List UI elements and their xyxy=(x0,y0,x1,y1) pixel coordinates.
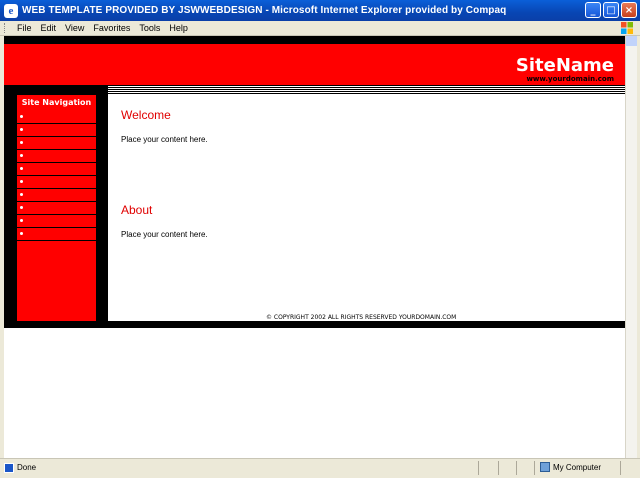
security-zone: My Computer xyxy=(553,463,602,472)
bullet-icon xyxy=(20,141,23,144)
bullet-icon xyxy=(20,180,23,183)
vertical-scrollbar[interactable] xyxy=(625,36,637,458)
windows-logo-icon xyxy=(621,22,633,34)
sidebar-title: Site Navigation xyxy=(21,98,92,107)
footer-border xyxy=(4,321,625,328)
menu-view[interactable]: View xyxy=(65,23,84,33)
nav-item[interactable] xyxy=(17,150,96,163)
nav-item[interactable] xyxy=(17,124,96,137)
site-navigation: Site Navigation xyxy=(17,95,96,321)
copyright-notice: © COPYRIGHT 2002 ALL RIGHTS RESERVED YOU… xyxy=(266,314,457,321)
status-divider xyxy=(516,461,517,475)
nav-item[interactable] xyxy=(17,163,96,176)
about-heading: About xyxy=(121,203,153,217)
bullet-icon xyxy=(20,232,23,235)
window-title: WEB TEMPLATE PROVIDED BY JSWWEBDESIGN - … xyxy=(22,5,507,16)
page-icon xyxy=(4,463,14,473)
welcome-text: Place your content here. xyxy=(121,135,208,144)
status-divider xyxy=(478,461,479,475)
menu-edit[interactable]: Edit xyxy=(41,23,57,33)
computer-icon xyxy=(540,462,550,472)
status-divider xyxy=(620,461,621,475)
scroll-up-button[interactable] xyxy=(626,36,637,46)
internet-explorer-icon: e xyxy=(4,3,18,18)
maximize-button[interactable]: □ xyxy=(603,2,619,18)
title-bar[interactable]: e WEB TEMPLATE PROVIDED BY JSWWEBDESIGN … xyxy=(0,0,640,21)
close-button[interactable]: × xyxy=(621,2,637,18)
menu-tools[interactable]: Tools xyxy=(139,23,160,33)
nav-item[interactable] xyxy=(17,215,96,228)
minimize-button[interactable]: _ xyxy=(585,2,601,18)
nav-list xyxy=(17,111,96,241)
menu-bar: File Edit View Favorites Tools Help xyxy=(0,21,640,36)
nav-item[interactable] xyxy=(17,202,96,215)
bullet-icon xyxy=(20,167,23,170)
window-controls: _ □ × xyxy=(585,2,637,18)
nav-item[interactable] xyxy=(17,176,96,189)
nav-item[interactable] xyxy=(17,228,96,241)
header-stripes xyxy=(108,85,625,95)
nav-item[interactable] xyxy=(17,111,96,124)
menu-help[interactable]: Help xyxy=(169,23,188,33)
maximize-icon: □ xyxy=(606,4,616,16)
site-name: SiteName xyxy=(515,55,614,76)
nav-item[interactable] xyxy=(17,189,96,202)
status-bar: Done My Computer xyxy=(0,458,640,478)
menu-favorites[interactable]: Favorites xyxy=(93,23,130,33)
site-domain: www.yourdomain.com xyxy=(526,75,614,83)
bullet-icon xyxy=(20,219,23,222)
site-header: SiteName www.yourdomain.com xyxy=(4,44,625,85)
minimize-icon: _ xyxy=(590,4,596,16)
nav-item[interactable] xyxy=(17,137,96,150)
about-text: Place your content here. xyxy=(121,230,208,239)
status-divider xyxy=(498,461,499,475)
welcome-heading: Welcome xyxy=(121,108,171,122)
toolbar-grip[interactable] xyxy=(4,23,8,33)
browser-viewport[interactable]: SiteName www.yourdomain.com Site Navigat… xyxy=(4,36,625,458)
bullet-icon xyxy=(20,115,23,118)
header-top-border xyxy=(4,36,625,44)
bullet-icon xyxy=(20,193,23,196)
bullet-icon xyxy=(20,154,23,157)
close-icon: × xyxy=(624,4,634,16)
status-text: Done xyxy=(17,463,37,472)
status-divider xyxy=(534,461,535,475)
menu-file[interactable]: File xyxy=(17,23,32,33)
bullet-icon xyxy=(20,128,23,131)
bullet-icon xyxy=(20,206,23,209)
